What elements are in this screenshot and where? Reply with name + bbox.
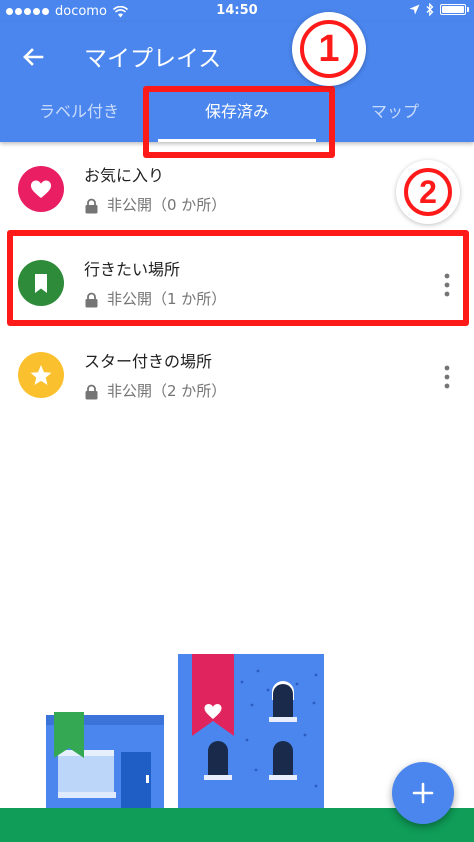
annotation-number: 1 [300, 20, 358, 78]
star-icon [30, 365, 52, 385]
arrow-back-icon [23, 48, 44, 66]
heart-icon [31, 180, 51, 198]
bluetooth-icon [426, 3, 434, 16]
lock-icon [85, 384, 98, 399]
starred-avatar [18, 352, 64, 398]
list-title: お気に入り [84, 166, 165, 185]
add-list-button[interactable] [392, 762, 454, 824]
list-item-starred[interactable]: スター付きの場所 非公開（2 か所） [0, 328, 474, 420]
location-arrow-icon [409, 4, 420, 15]
plus-icon [412, 782, 434, 804]
lock-icon [85, 198, 98, 213]
status-time: 14:50 [216, 3, 258, 18]
visibility-text: 非公開（2 か所） [107, 382, 227, 400]
visibility-text: 非公開（0 か所） [107, 196, 227, 214]
back-button[interactable] [16, 40, 50, 74]
favorites-avatar [18, 166, 64, 212]
tab-maps[interactable]: マップ [316, 92, 474, 142]
list-visibility: 非公開（2 か所） [84, 380, 226, 401]
page-title: マイプレイス [84, 46, 222, 72]
annotation-badge-1: 1 [292, 12, 366, 86]
annotation-number: 2 [404, 168, 452, 216]
list-title: スター付きの場所 [84, 352, 213, 371]
status-bar: docomo 14:50 [0, 0, 474, 22]
battery-icon [440, 4, 469, 15]
more-vert-icon[interactable] [440, 364, 454, 390]
tab-labeled[interactable]: ラベル付き [0, 92, 158, 142]
annotation-highlight-tab [143, 86, 335, 158]
annotation-highlight-list-item [7, 230, 469, 326]
status-right [409, 3, 469, 16]
annotation-badge-2: 2 [396, 160, 460, 224]
list-visibility: 非公開（0 か所） [84, 194, 226, 215]
